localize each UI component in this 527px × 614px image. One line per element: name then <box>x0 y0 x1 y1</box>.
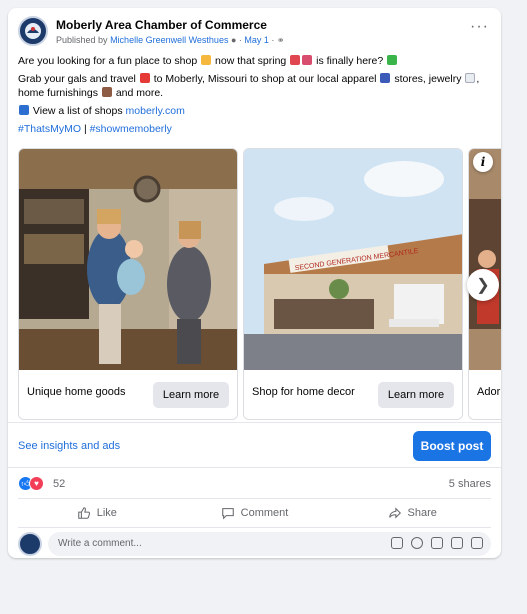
card-footer: Unique home goods Learn more <box>19 370 237 419</box>
post-text-line2c: stores, jewelry <box>394 73 462 85</box>
share-icon <box>388 506 401 519</box>
post-text-line1c: is finally here? <box>316 55 384 67</box>
shares-count[interactable]: 5 shares <box>449 478 491 490</box>
dress-emoji-icon <box>380 73 391 83</box>
gif-icon[interactable] <box>451 537 463 549</box>
shopping-bag-emoji-icon <box>201 55 212 65</box>
post-text-line3a: home furnishings <box>18 87 98 99</box>
hashtag-thatsmymo[interactable]: #ThatsMyMO <box>18 123 81 135</box>
comment-composer: Write a comment... <box>18 527 491 557</box>
reaction-icons[interactable]: 👍︎ ♥ <box>18 476 44 491</box>
hashtag-separator: | <box>83 123 87 135</box>
post-text-line3b: and more. <box>115 87 164 99</box>
check-emoji-icon <box>387 55 398 65</box>
comment-label: Comment <box>240 506 289 519</box>
post-text-line2a: Grab your gals and travel <box>18 73 136 85</box>
love-reaction-icon: ♥ <box>29 476 44 491</box>
card-title: Shop for home decor <box>252 386 355 398</box>
moberly-link[interactable]: moberly.com <box>126 105 185 117</box>
ad-carousel: Unique home goods Learn more SECOND GENE… <box>18 148 501 420</box>
comment-tools <box>391 537 483 549</box>
carousel-card-2[interactable]: SECOND GENERATION MERCANTILE Shop for ho… <box>243 148 463 420</box>
post-text-line1: Are you looking for a fun place to shop <box>18 55 198 67</box>
globe-icon: ⚭ <box>276 35 285 45</box>
flower-emoji-icon <box>290 55 301 65</box>
card-image-storefront: SECOND GENERATION MERCANTILE <box>244 149 462 370</box>
comment-input[interactable]: Write a comment... <box>48 532 491 556</box>
reaction-count[interactable]: 52 <box>53 478 65 490</box>
publisher-link[interactable]: Michelle Greenwell Westhues <box>110 35 228 45</box>
comment-button[interactable]: Comment <box>176 499 334 526</box>
comment-icon <box>221 507 234 520</box>
post-text-line2d: , <box>476 73 480 85</box>
more-options-icon[interactable]: ··· <box>470 18 489 36</box>
page-name[interactable]: Moberly Area Chamber of Commerce <box>56 18 267 32</box>
see-insights-link[interactable]: See insights and ads <box>18 440 120 452</box>
learn-more-button[interactable]: Learn more <box>378 382 454 408</box>
boost-post-button[interactable]: Boost post <box>413 431 491 461</box>
phone-emoji-icon <box>19 105 29 115</box>
page-avatar[interactable] <box>18 16 48 46</box>
card-title: Unique home goods <box>27 386 126 398</box>
ring-emoji-icon <box>465 73 476 83</box>
sticker-icon[interactable] <box>471 537 483 549</box>
ad-info-icon[interactable]: i <box>473 152 493 172</box>
like-button[interactable]: Like <box>18 499 176 526</box>
post-text-line2b: to Moberly, Missouri to shop at our loca… <box>153 73 377 85</box>
reactions-bar: 👍︎ ♥ 52 5 shares <box>18 473 491 493</box>
camera-icon[interactable] <box>431 537 443 549</box>
thumbs-up-icon <box>77 506 90 519</box>
card-image-shop-interior <box>19 149 237 370</box>
commenter-avatar <box>18 532 42 556</box>
post-text: Are you looking for a fun place to shop … <box>18 54 491 140</box>
avatar-sticker-icon[interactable] <box>391 537 403 549</box>
emoji-icon[interactable] <box>411 537 423 549</box>
tulip-emoji-icon <box>302 55 313 65</box>
post-header: Moberly Area Chamber of Commerce Publish… <box>18 16 491 50</box>
car-emoji-icon <box>139 73 150 83</box>
carousel-card-1[interactable]: Unique home goods Learn more <box>18 148 238 420</box>
share-label: Share <box>407 506 437 519</box>
post-text-line1b: now that spring <box>215 55 287 67</box>
post-card: Moberly Area Chamber of Commerce Publish… <box>8 8 501 558</box>
shops-text: View a list of shops <box>32 105 123 117</box>
carousel-next-icon[interactable]: ❯ <box>467 269 499 301</box>
chair-emoji-icon <box>101 87 112 97</box>
card-footer: Shop for home decor Learn more <box>244 370 462 419</box>
share-button[interactable]: Share <box>333 499 491 526</box>
insights-row: See insights and ads Boost post <box>8 422 501 468</box>
card-title: Ador <box>477 386 501 398</box>
card-image-partial <box>469 149 501 370</box>
post-meta: Published by Michelle Greenwell Westhues… <box>56 35 285 45</box>
hashtag-showmemoberly[interactable]: #showmemoberly <box>90 123 172 135</box>
post-actions: Like Comment Share <box>18 498 491 526</box>
like-label: Like <box>96 506 117 519</box>
info-icon: ● <box>230 35 237 45</box>
comment-placeholder: Write a comment... <box>58 538 142 549</box>
post-date[interactable]: May 1 <box>244 35 269 45</box>
learn-more-button[interactable]: Learn more <box>153 382 229 408</box>
card-footer: Ador <box>469 370 501 419</box>
published-by-label: Published by <box>56 35 108 45</box>
